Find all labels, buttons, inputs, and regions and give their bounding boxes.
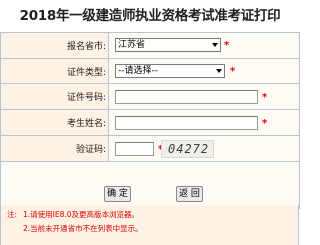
name-input[interactable] bbox=[115, 116, 258, 130]
captcha-image[interactable]: 04272 bbox=[161, 140, 214, 158]
notes-prefix: 注: bbox=[7, 210, 18, 219]
cert-number-label: 证件号码: bbox=[1, 84, 109, 109]
print-form: 报名省市: 江苏省 * 证件类型: --请选择-- * 证件号码: * 考生姓名… bbox=[0, 32, 300, 209]
province-select-value: 江苏省 bbox=[118, 40, 146, 50]
note-line-2: 2.当前未开通省市不在列表中显示。 bbox=[23, 224, 143, 233]
chevron-down-icon bbox=[212, 43, 218, 47]
name-label: 考生姓名: bbox=[1, 110, 109, 135]
button-row: 确 定 返 回 bbox=[1, 179, 300, 208]
row-name: 考生姓名: * bbox=[1, 110, 300, 136]
row-captcha: 验证码: * 04272 bbox=[1, 136, 300, 162]
cert-type-label: 证件类型: bbox=[1, 59, 109, 83]
page-title: 2018年一级建造师执业资格考试准考证打印 bbox=[19, 8, 281, 24]
notes-panel: 注: 1.请使用IE8.0及更高版本浏览器。 2.当前未开通省市不在列表中显示。 bbox=[0, 205, 299, 245]
province-label: 报名省市: bbox=[1, 33, 109, 58]
cert-number-input[interactable] bbox=[115, 90, 258, 104]
row-cert-number: 证件号码: * bbox=[1, 84, 300, 110]
row-cert-type: 证件类型: --请选择-- * bbox=[1, 59, 300, 84]
chevron-down-icon bbox=[216, 69, 222, 73]
row-province: 报名省市: 江苏省 * bbox=[1, 33, 300, 59]
back-button[interactable]: 返 回 bbox=[176, 186, 203, 202]
captcha-label: 验证码: bbox=[1, 136, 109, 161]
required-mark: * bbox=[224, 40, 230, 51]
confirm-button[interactable]: 确 定 bbox=[104, 186, 131, 202]
cert-type-select-value: --请选择-- bbox=[118, 66, 158, 76]
required-mark: * bbox=[230, 66, 236, 77]
cert-type-select[interactable]: --请选择-- bbox=[115, 64, 225, 78]
required-mark: * bbox=[262, 92, 268, 103]
province-select[interactable]: 江苏省 bbox=[115, 38, 221, 52]
captcha-input[interactable] bbox=[115, 142, 154, 156]
note-line-1: 1.请使用IE8.0及更高版本浏览器。 bbox=[23, 210, 140, 219]
required-mark: * bbox=[262, 118, 268, 129]
